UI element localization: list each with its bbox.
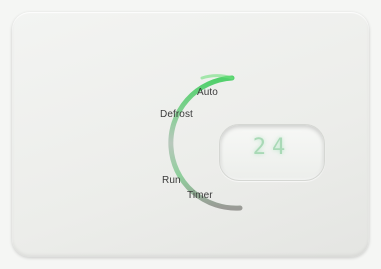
temperature-display: 24 xyxy=(219,124,325,181)
device-frame: Auto Defrost Run Timer 24 xyxy=(0,0,381,269)
mode-label-auto[interactable]: Auto xyxy=(197,87,218,98)
display-digits: 24 xyxy=(252,135,292,160)
control-panel: Auto Defrost Run Timer 24 xyxy=(12,12,369,257)
mode-label-timer[interactable]: Timer xyxy=(187,190,213,201)
mode-label-defrost[interactable]: Defrost xyxy=(160,109,193,120)
mode-label-run[interactable]: Run xyxy=(162,175,181,186)
